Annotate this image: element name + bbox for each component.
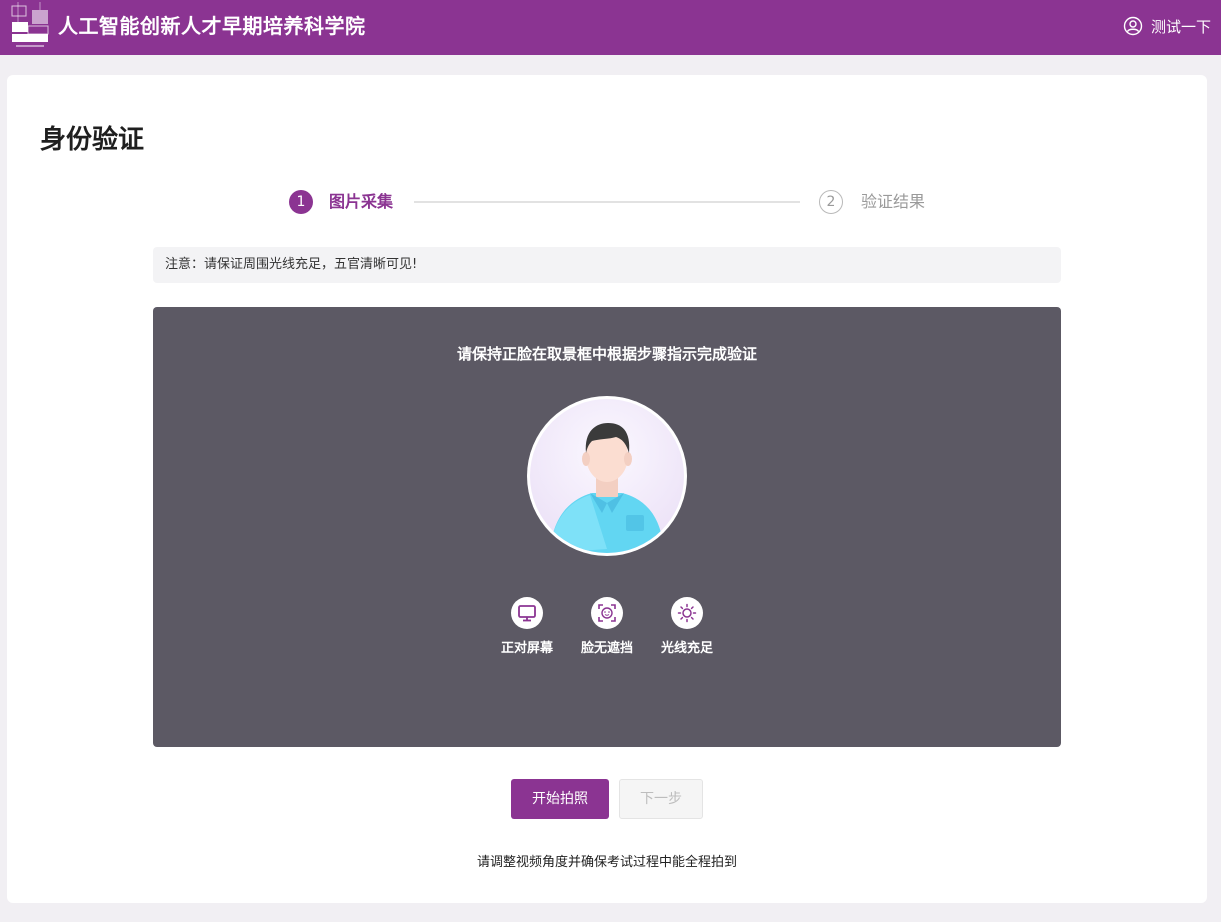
face-placeholder-avatar [530, 399, 684, 553]
start-capture-button[interactable]: 开始拍照 [511, 779, 609, 819]
camera-instruction: 请保持正脸在取景框中根据步骤指示完成验证 [456, 345, 757, 363]
school-logo-icon [11, 2, 49, 47]
user-circle-icon [1123, 16, 1143, 36]
sun-icon [671, 597, 703, 629]
notice-banner: 注意：请保证周围光线充足，五官清晰可见! [153, 247, 1061, 283]
next-step-button[interactable]: 下一步 [619, 779, 703, 819]
step-label: 图片采集 [329, 192, 394, 211]
capture-tips: 正对屏幕 脸无遮挡 光线充足 [495, 597, 719, 661]
face-scan-icon [591, 597, 623, 629]
page-title: 身份验证 [40, 125, 145, 155]
step-image-capture: 1 图片采集 [289, 190, 393, 214]
footer-hint: 请调整视频角度并确保考试过程中能全程拍到 [476, 855, 737, 870]
monitor-icon [511, 597, 543, 629]
camera-viewfinder: 请保持正脸在取景框中根据步骤指示完成验证 正对屏幕 脸无遮挡 光线充足 [153, 307, 1061, 747]
step-verification-result: 2 验证结果 [819, 190, 925, 214]
tip-label: 正对屏幕 [500, 641, 553, 656]
step-number: 2 [819, 190, 843, 214]
user-menu[interactable]: 测试一下 [1123, 15, 1211, 37]
tip-face-screen: 正对屏幕 [495, 597, 559, 661]
tip-enough-light: 光线充足 [655, 597, 719, 661]
top-header: 人工智能创新人才早期培养科学院 测试一下 [0, 0, 1221, 55]
app-title: 人工智能创新人才早期培养科学院 [58, 14, 366, 38]
verification-card: 身份验证 1 图片采集 2 验证结果 注意：请保证周围光线充足，五官清晰可见! … [7, 75, 1207, 903]
user-name[interactable]: 测试一下 [1151, 16, 1211, 37]
step-connector [414, 201, 800, 203]
tip-label: 脸无遮挡 [580, 641, 633, 656]
person-illustration-icon [550, 423, 664, 553]
step-label: 验证结果 [861, 192, 926, 211]
tip-face-unobstructed: 脸无遮挡 [575, 597, 639, 661]
step-number: 1 [289, 190, 313, 214]
tip-label: 光线充足 [660, 641, 713, 656]
face-frame [527, 396, 687, 556]
